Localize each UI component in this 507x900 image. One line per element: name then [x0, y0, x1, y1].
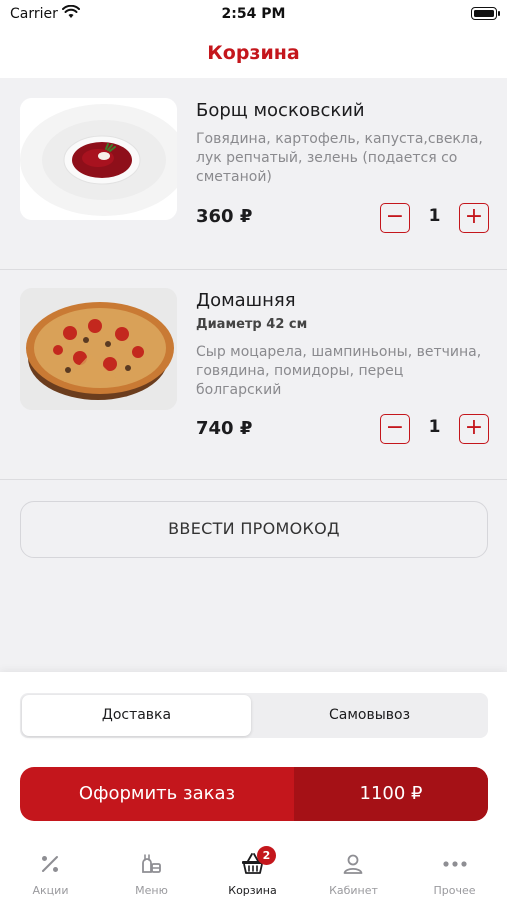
place-order-label: Оформить заказ — [78, 783, 236, 804]
status-time: 2:54 PM — [221, 6, 286, 22]
tab-account[interactable]: Кабинет — [303, 840, 404, 900]
person-icon — [343, 854, 363, 874]
promo-code-button[interactable]: ВВЕСТИ ПРОМОКОД — [20, 501, 488, 558]
pickup-option[interactable]: Самовывоз — [253, 695, 486, 736]
item-name: Домашняя — [196, 290, 296, 311]
tab-label: Прочее — [433, 884, 476, 897]
increase-quantity-button[interactable]: + — [459, 203, 489, 233]
item-description: Сыр моцарела, шампиньоны, ветчина, говяд… — [196, 344, 482, 398]
battery-icon — [471, 7, 500, 20]
tab-cart[interactable]: 2 Корзина — [202, 840, 303, 900]
quantity-stepper: − 1 + — [380, 203, 490, 233]
cart-count-badge: 2 — [257, 846, 276, 865]
item-description: Говядина, картофель, капуста,свекла, лук… — [196, 131, 483, 185]
cart-item: Борщ московский Говядина, картофель, кап… — [0, 80, 507, 270]
status-bar: Carrier 2:54 PM — [0, 0, 507, 30]
tab-bar: Акции Меню 2 Корзина Кабинет Прочее — [0, 840, 507, 900]
order-total: 1100 ₽ — [294, 767, 488, 821]
tab-label: Меню — [135, 884, 168, 897]
tab-menu[interactable]: Меню — [101, 840, 202, 900]
pizza-image — [20, 288, 177, 410]
item-price: 360 ₽ — [196, 206, 253, 227]
borscht-image — [20, 98, 177, 220]
decrease-quantity-button[interactable]: − — [380, 203, 410, 233]
tab-label: Корзина — [228, 884, 277, 897]
tab-more[interactable]: Прочее — [404, 840, 505, 900]
tab-label: Акции — [32, 884, 69, 897]
item-quantity: 1 — [428, 417, 441, 437]
increase-quantity-button[interactable]: + — [459, 414, 489, 444]
checkout-panel: Доставка Самовывоз Оформить заказ 1100 ₽ — [0, 672, 507, 840]
more-dots-icon — [443, 861, 467, 867]
menu-food-icon — [142, 854, 161, 873]
page-title: Корзина — [207, 42, 300, 64]
place-order-button[interactable]: Оформить заказ 1100 ₽ — [20, 767, 488, 821]
delivery-method-toggle: Доставка Самовывоз — [20, 693, 488, 738]
decrease-quantity-button[interactable]: − — [380, 414, 410, 444]
item-name: Борщ московский — [196, 100, 365, 121]
item-quantity: 1 — [428, 206, 441, 226]
item-price: 740 ₽ — [196, 418, 253, 439]
quantity-stepper: − 1 + — [380, 414, 490, 444]
item-size: Диаметр 42 см — [196, 317, 308, 332]
navigation-bar: Корзина — [0, 30, 507, 78]
tab-promotions[interactable]: Акции — [0, 840, 101, 900]
cart-item: Домашняя Диаметр 42 см Сыр моцарела, шам… — [0, 271, 507, 480]
tab-label: Кабинет — [329, 884, 378, 897]
delivery-option[interactable]: Доставка — [22, 695, 251, 736]
percent-icon — [42, 856, 58, 872]
